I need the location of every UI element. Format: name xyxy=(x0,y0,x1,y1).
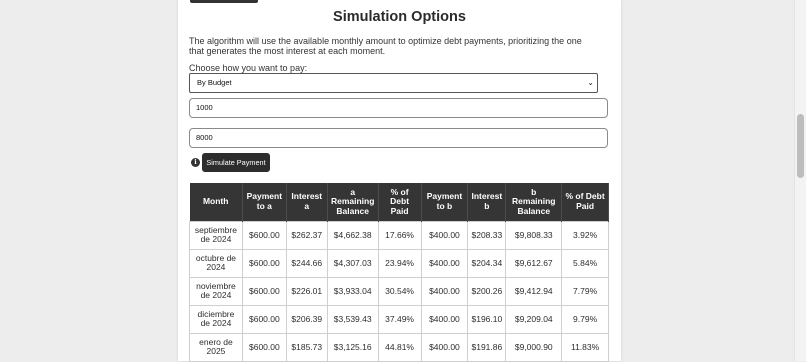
table-row: septiembre de 2024 $600.00 $262.37 $4,66… xyxy=(189,220,609,250)
table-row: octubre de 2024 $600.00 $244.66 $4,307.0… xyxy=(189,248,609,278)
table-header-row: Month Payment to a Interest a a Remainin… xyxy=(189,183,609,221)
cell-payment-a: $600.00 xyxy=(241,248,287,278)
header-interest-b: Interest b xyxy=(467,183,507,221)
header-remaining-a: a Remaining Balance xyxy=(327,183,379,221)
cell-interest-a: $206.39 xyxy=(285,304,328,334)
cell-pct-paid-a: 30.54% xyxy=(377,276,422,306)
cell-interest-b: $191.86 xyxy=(467,332,507,362)
cell-month: noviembre de 2024 xyxy=(189,276,243,306)
cell-month: diciembre de 2024 xyxy=(189,304,243,334)
cell-interest-a: $244.66 xyxy=(285,248,328,278)
header-remaining-b: b Remaining Balance xyxy=(505,183,563,221)
chevron-down-icon: ⌄ xyxy=(587,78,594,87)
cell-pct-paid-a: 37.49% xyxy=(377,304,422,334)
top-tab-edge[interactable] xyxy=(190,0,258,3)
cell-pct-paid-b: 5.84% xyxy=(561,248,609,278)
cell-interest-b: $208.33 xyxy=(467,220,507,250)
cell-remaining-b: $9,612.67 xyxy=(505,248,563,278)
header-pct-paid-a: % of Debt Paid xyxy=(378,183,422,221)
cell-payment-b: $400.00 xyxy=(420,304,469,334)
cell-interest-b: $200.26 xyxy=(467,276,507,306)
cell-month: octubre de 2024 xyxy=(189,248,243,278)
page-scrollbar[interactable] xyxy=(794,0,806,361)
table-row: noviembre de 2024 $600.00 $226.01 $3,933… xyxy=(189,276,609,306)
cell-payment-b: $400.00 xyxy=(420,276,469,306)
select-value: By Budget xyxy=(197,78,232,87)
cell-payment-b: $400.00 xyxy=(420,248,469,278)
header-interest-a: Interest a xyxy=(286,183,328,221)
simulate-payment-button[interactable]: Simulate Payment xyxy=(202,153,270,172)
header-payment-a: Payment to a xyxy=(242,183,287,221)
cell-payment-b: $400.00 xyxy=(420,220,469,250)
header-pct-paid-b: % of Debt Paid xyxy=(561,183,609,221)
results-table: Month Payment to a Interest a a Remainin… xyxy=(189,183,609,362)
header-month: Month xyxy=(189,183,243,221)
table-row: diciembre de 2024 $600.00 $206.39 $3,539… xyxy=(189,304,609,334)
amount-input[interactable]: 8000 xyxy=(189,128,608,148)
cell-pct-paid-b: 3.92% xyxy=(561,220,609,250)
cell-interest-a: $185.73 xyxy=(285,332,328,362)
cell-remaining-b: $9,412.94 xyxy=(505,276,563,306)
cell-remaining-b: $9,000.90 xyxy=(505,332,563,362)
cell-interest-a: $262.37 xyxy=(285,220,328,250)
cell-remaining-a: $4,307.03 xyxy=(326,248,379,278)
cell-payment-a: $600.00 xyxy=(241,304,287,334)
scrollbar-thumb[interactable] xyxy=(797,114,804,178)
cell-remaining-a: $3,539.43 xyxy=(326,304,379,334)
cell-payment-a: $600.00 xyxy=(241,276,287,306)
cell-remaining-a: $4,662.38 xyxy=(326,220,379,250)
cell-pct-paid-a: 23.94% xyxy=(377,248,422,278)
cell-interest-b: $204.34 xyxy=(467,248,507,278)
description-text: The algorithm will use the available mon… xyxy=(189,36,582,56)
cell-interest-a: $226.01 xyxy=(285,276,328,306)
cell-month: enero de 2025 xyxy=(189,332,243,362)
cell-remaining-a: $3,933.04 xyxy=(326,276,379,306)
cell-interest-b: $196.10 xyxy=(467,304,507,334)
payment-method-label: Choose how you want to pay: xyxy=(189,63,308,73)
cell-pct-paid-b: 7.79% xyxy=(561,276,609,306)
page-title: Simulation Options xyxy=(333,9,466,25)
cell-pct-paid-b: 9.79% xyxy=(561,304,609,334)
monthly-budget-input[interactable]: 1000 xyxy=(189,98,608,118)
cell-pct-paid-a: 44.81% xyxy=(377,332,422,362)
cell-remaining-b: $9,808.33 xyxy=(505,220,563,250)
cell-payment-a: $600.00 xyxy=(241,220,287,250)
cell-month: septiembre de 2024 xyxy=(189,220,243,250)
cell-pct-paid-b: 11.83% xyxy=(561,332,609,362)
cell-pct-paid-a: 17.66% xyxy=(377,220,422,250)
info-icon[interactable]: i xyxy=(191,158,200,167)
cell-remaining-a: $3,125.16 xyxy=(326,332,379,362)
cell-payment-a: $600.00 xyxy=(241,332,287,362)
cell-payment-b: $400.00 xyxy=(420,332,469,362)
header-payment-b: Payment to b xyxy=(421,183,469,221)
payment-method-select[interactable]: By Budget ⌄ xyxy=(189,73,598,93)
cell-remaining-b: $9,209.04 xyxy=(505,304,563,334)
table-row: enero de 2025 $600.00 $185.73 $3,125.16 … xyxy=(189,332,609,362)
